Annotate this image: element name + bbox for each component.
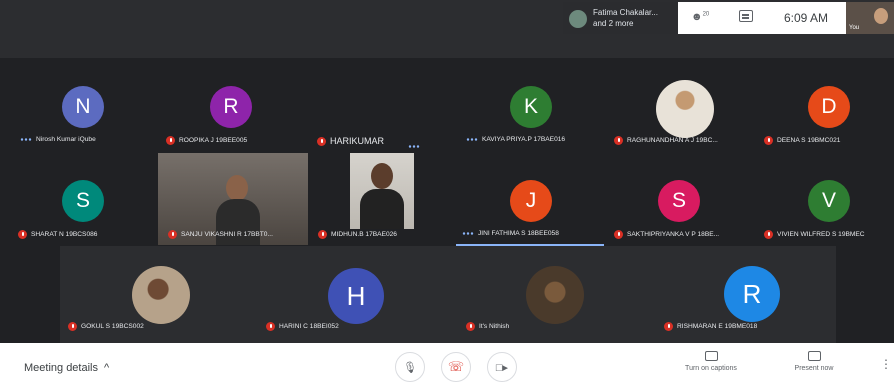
bottom-toolbar: Meeting details ^ 🎙 ☏ □▸ Turn on caption… — [0, 343, 894, 383]
people-icon[interactable]: ☻20 — [691, 11, 709, 23]
tile-name-kaviya: KAVIYA PRIYA.P 17BAE016 — [466, 136, 565, 143]
tile-name-harini: HARINI C 18BEI052 — [266, 322, 339, 331]
tile-name-vivien: VIVIEN WILFRED S 19BMEC — [764, 230, 865, 239]
mic-button[interactable]: 🎙 — [395, 352, 425, 382]
mic-off-icon — [614, 230, 623, 239]
speaking-dots-icon — [462, 232, 474, 235]
mic-off-icon — [318, 230, 327, 239]
tile-name-nithish: It's Nithish — [466, 322, 509, 331]
person-figure — [226, 175, 248, 201]
mic-off-icon — [664, 322, 673, 331]
presenter-chip[interactable]: Fatima Chakalar... and 2 more — [563, 2, 678, 34]
mic-off-icon — [764, 230, 773, 239]
mic-off-icon — [764, 136, 773, 145]
present-icon — [807, 351, 821, 361]
participant-grid: Fatima Chakalar... and 2 more ☻20 6:09 A… — [0, 0, 894, 343]
person-body — [360, 189, 404, 229]
presenter-avatar — [569, 10, 587, 28]
mic-off-icon — [166, 136, 175, 145]
presenter-more: and 2 more — [593, 19, 634, 28]
leave-call-button[interactable]: ☏ — [441, 352, 471, 382]
more-options-icon[interactable]: ⋮ — [880, 357, 892, 371]
active-speaker-indicator — [456, 244, 604, 246]
avatar-vivien: V — [808, 180, 850, 222]
self-photo — [874, 8, 888, 24]
tile-name-nirosh: Nirosh Kumar iQube — [20, 136, 96, 143]
captions-button[interactable]: Turn on captions — [676, 351, 746, 372]
tile-name-roopika: ROOPIKA J 19BEE005 — [166, 136, 247, 145]
avatar-rishmaran: R — [724, 266, 780, 322]
avatar-harini: H — [328, 268, 384, 324]
avatar-deena: D — [808, 86, 850, 128]
speaking-dots-icon — [408, 145, 420, 148]
mic-off-icon — [466, 322, 475, 331]
tile-name-jini: JINI FATHIMA S 18BEE058 — [462, 230, 559, 237]
mic-off-icon — [317, 136, 326, 146]
tile-name-rishmaran: RISHMARAN E 19BME018 — [664, 322, 757, 331]
tile-name-harikumar: HARIKUMAR — [317, 136, 384, 146]
captions-icon — [704, 351, 718, 361]
presenter-name: Fatima Chakalar... — [593, 8, 658, 17]
speaking-dots-icon — [466, 138, 478, 141]
tile-name-raghunandhan: RAGHUNANDHAN A J 19BC... — [614, 136, 718, 145]
avatar-jini: J — [510, 180, 552, 222]
mic-off-icon — [68, 322, 77, 331]
tile-name-sakthipriyanka: SAKTHIPRIYANKA V P 18BE... — [614, 230, 719, 239]
avatar-sakthipriyanka: S — [658, 180, 700, 222]
mic-off-icon — [168, 230, 177, 239]
avatar-nirosh: N — [62, 86, 104, 128]
chat-icon[interactable] — [739, 10, 753, 22]
photo-nithish — [526, 266, 584, 324]
end-call-icon: ☏ — [447, 359, 465, 374]
tile-name-gokul: GOKUL S 19BCS002 — [68, 322, 144, 331]
tile-name-midhun: MIDHUN.B 17BAE026 — [318, 230, 397, 239]
chevron-up-icon: ^ — [104, 362, 110, 374]
photo-gokul — [132, 266, 190, 324]
avatar-sharat: S — [62, 180, 104, 222]
camera-icon: □▸ — [495, 361, 509, 374]
mic-off-icon — [18, 230, 27, 239]
mic-off-icon — [614, 136, 623, 145]
self-label: You — [849, 25, 860, 31]
avatar-kaviya: K — [510, 86, 552, 128]
photo-raghunandhan — [656, 80, 714, 138]
clock-time: 6:09 AM — [784, 11, 829, 25]
avatar-roopika: R — [210, 86, 252, 128]
self-view[interactable]: You — [846, 2, 894, 34]
speaking-dots-icon — [20, 138, 32, 141]
present-now-button[interactable]: Present now — [786, 351, 842, 372]
mic-off-icon — [266, 322, 275, 331]
camera-button[interactable]: □▸ — [487, 352, 517, 382]
tile-name-sharat: SHARAT N 19BCS086 — [18, 230, 97, 239]
video-midhun — [350, 153, 414, 229]
people-count: 20 — [702, 11, 710, 18]
tile-name-deena: DEENA S 19BMC021 — [764, 136, 840, 145]
mic-icon: 🎙 — [403, 361, 417, 374]
meet-window: Fatima Chakalar... and 2 more ☻20 6:09 A… — [0, 0, 894, 383]
person-figure — [371, 163, 393, 189]
meeting-details-button[interactable]: Meeting details ^ — [24, 362, 109, 374]
tile-name-sanju: SANJU VIKASHNI R 17BBT0... — [168, 230, 273, 239]
